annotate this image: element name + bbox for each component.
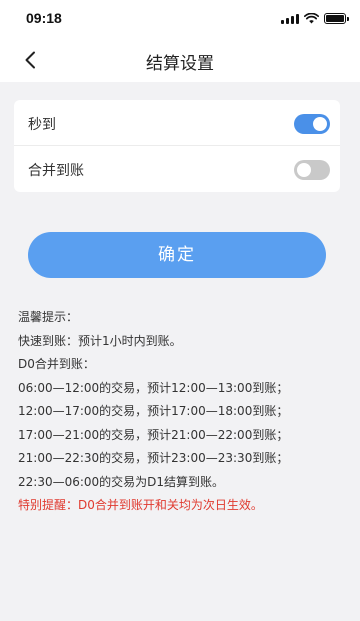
tip-line: 22:30—06:00的交易为D1结算到账。 <box>18 474 225 489</box>
signal-icon <box>281 13 299 24</box>
tips-section: 温馨提示： 快速到账：预计1小时内到账。 D0合并到账： 06:00—12:00… <box>18 306 348 518</box>
battery-icon <box>324 13 349 24</box>
tip-line: 12:00—17:00的交易，预计17:00—18:00到账； <box>18 404 289 418</box>
tip-line: 21:00—22:30的交易，预计23:00—23:30到账； <box>18 451 289 465</box>
merge-toggle[interactable] <box>294 160 330 180</box>
instant-toggle[interactable] <box>294 114 330 134</box>
tips-heading: 温馨提示： <box>18 310 79 324</box>
tip-line: 06:00—12:00的交易，预计12:00—13:00到账； <box>18 380 289 395</box>
tip-line: 快速到账：预计1小时内到账。 <box>18 333 182 348</box>
special-reminder: 特别提醒：D0合并到账开和关均为次日生效。 <box>18 498 263 512</box>
status-time: 09:18 <box>26 10 62 26</box>
settings-card: 秒到 合并到账 <box>14 100 340 192</box>
setting-row-instant: 秒到 <box>14 100 340 146</box>
setting-label-instant: 秒到 <box>28 117 56 133</box>
tip-line: D0合并到账： <box>18 357 95 371</box>
status-icons <box>281 12 349 24</box>
page-title: 结算设置 <box>146 54 214 74</box>
setting-row-merge: 合并到账 <box>14 146 340 192</box>
setting-label-merge: 合并到账 <box>28 163 84 179</box>
wifi-icon <box>304 13 319 24</box>
nav-bar: 结算设置 <box>0 38 360 82</box>
status-bar: 09:18 <box>0 0 360 38</box>
toggle-knob <box>313 117 327 131</box>
confirm-button[interactable]: 确定 <box>28 232 326 278</box>
tip-line: 17:00—21:00的交易，预计21:00—22:00到账； <box>18 427 289 442</box>
toggle-knob <box>297 163 311 177</box>
